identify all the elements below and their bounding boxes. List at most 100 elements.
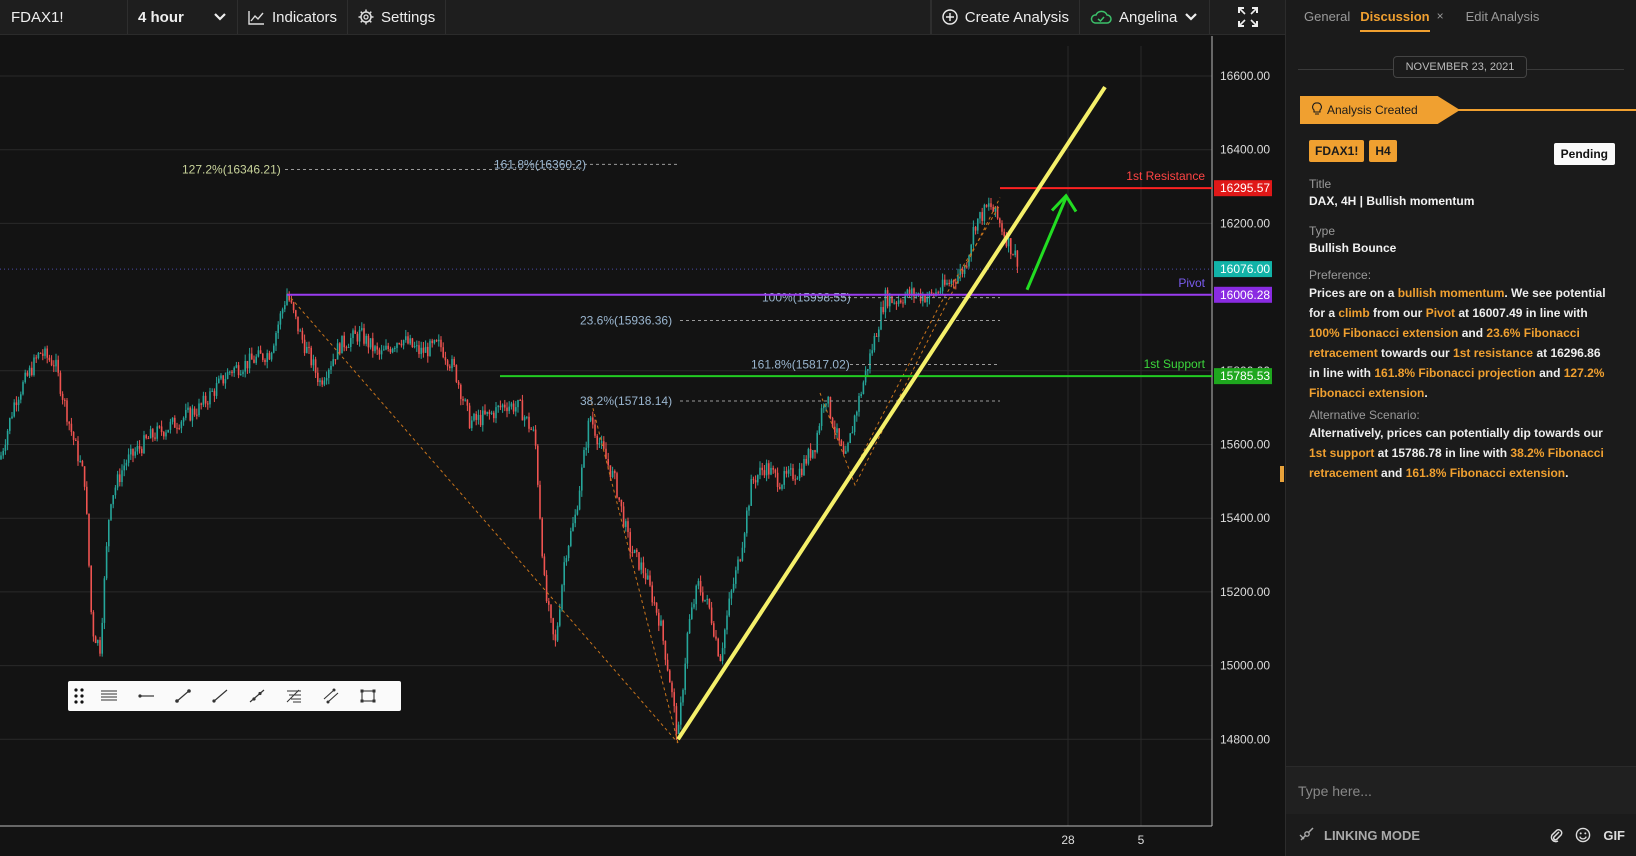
- trend-line-icon[interactable]: [164, 681, 201, 711]
- fib-retracement-icon[interactable]: [275, 681, 312, 711]
- candle-body: [754, 480, 757, 483]
- rectangle-icon[interactable]: [349, 681, 386, 711]
- tab-discussion[interactable]: Discussion ×: [1360, 0, 1453, 32]
- close-tab-icon[interactable]: ×: [1437, 9, 1444, 23]
- horizontal-lines-icon[interactable]: [90, 681, 127, 711]
- candle-body: [622, 506, 625, 527]
- parallel-channel-icon[interactable]: [312, 681, 349, 711]
- create-analysis-button[interactable]: Create Analysis: [930, 0, 1080, 34]
- fullscreen-button[interactable]: [1210, 0, 1285, 34]
- gif-button[interactable]: GIF: [1603, 828, 1625, 843]
- interval-dropdown[interactable]: 4 hour: [128, 0, 238, 34]
- candle-body: [801, 468, 803, 476]
- candle-body: [552, 618, 554, 635]
- candle-body: [878, 329, 880, 337]
- tab-edit-analysis[interactable]: Edit Analysis: [1454, 0, 1550, 32]
- candle-body: [519, 399, 521, 401]
- candle-body: [42, 353, 44, 356]
- price-chart[interactable]: 16600.0016400.0016200.0015800.0015600.00…: [0, 36, 1285, 856]
- candle-body: [361, 328, 363, 330]
- candle-body: [332, 359, 334, 366]
- price-tick-label: 15600.00: [1220, 438, 1270, 452]
- candle-body: [380, 350, 383, 355]
- horizontal-ray-icon[interactable]: [127, 681, 164, 711]
- cloud-check-icon: [1090, 9, 1112, 25]
- highlighted-term: 161.8% Fibonacci projection: [1374, 366, 1536, 380]
- candle-body: [787, 469, 790, 474]
- candle-body: [532, 429, 535, 431]
- candle-body: [627, 521, 629, 533]
- price-tick-label: 16400.00: [1220, 143, 1270, 157]
- symbol-selector[interactable]: FDAX1!: [0, 0, 128, 34]
- line-icon[interactable]: [201, 681, 238, 711]
- candle-body: [350, 337, 352, 348]
- candle-body: [761, 467, 763, 471]
- candle-body: [647, 575, 649, 580]
- candle-body: [506, 407, 508, 412]
- candle-body: [167, 429, 169, 433]
- candle-body: [495, 407, 497, 419]
- candle-body: [977, 218, 979, 231]
- candle-body: [922, 295, 924, 302]
- panel-resize-handle[interactable]: [1280, 466, 1284, 482]
- candle-body: [178, 427, 180, 429]
- candle-body: [336, 343, 339, 360]
- ray-icon[interactable]: [238, 681, 275, 711]
- candle-body: [440, 339, 442, 348]
- candle-body: [411, 338, 414, 348]
- candle-body: [187, 407, 189, 410]
- candle-body: [563, 562, 565, 586]
- candle-body: [686, 633, 689, 664]
- candle-body: [772, 467, 774, 470]
- settings-button[interactable]: Settings: [348, 0, 447, 34]
- candle-body: [20, 394, 22, 400]
- candle-body: [145, 435, 147, 439]
- candle-body: [213, 390, 216, 396]
- paperclip-icon[interactable]: [1549, 827, 1563, 843]
- candle-body: [246, 360, 249, 369]
- candle-body: [237, 365, 240, 376]
- candle-body: [57, 359, 59, 373]
- candle-body: [165, 432, 167, 437]
- candle-body: [130, 448, 132, 455]
- price-tick-label: 16200.00: [1220, 216, 1270, 230]
- symbol-badge: FDAX1!: [1309, 140, 1365, 162]
- drag-handle[interactable]: [68, 681, 90, 711]
- forecast-arrow: [1025, 197, 1068, 291]
- indicators-button[interactable]: Indicators: [238, 0, 349, 34]
- candle-body: [886, 290, 889, 307]
- candle-body: [343, 335, 345, 348]
- candle-body: [457, 381, 460, 385]
- chart-line-icon: [248, 10, 265, 25]
- price-tick-label: 16600.00: [1220, 69, 1270, 83]
- candle-body: [138, 445, 141, 449]
- candle-body: [999, 218, 1001, 224]
- fullscreen-icon: [1237, 7, 1258, 27]
- candle-body: [154, 437, 156, 439]
- highlighted-term: 1st support: [1309, 446, 1375, 460]
- message-input[interactable]: [1286, 767, 1636, 815]
- chart-canvas[interactable]: 16600.0016400.0016200.0015800.0015600.00…: [0, 36, 1285, 856]
- candle-body: [149, 429, 152, 439]
- candle-body: [35, 357, 37, 359]
- indicators-label: Indicators: [272, 8, 338, 26]
- candle-body: [721, 648, 724, 662]
- linking-mode-toggle[interactable]: LINKING MODE: [1298, 825, 1537, 846]
- candle-body: [741, 547, 744, 561]
- tab-general[interactable]: General: [1304, 0, 1360, 32]
- candle-body: [141, 448, 143, 454]
- candle-body: [862, 382, 865, 395]
- candle-body: [759, 467, 761, 476]
- emoji-icon[interactable]: [1575, 827, 1591, 843]
- candle-body: [644, 573, 647, 580]
- candle-body: [240, 374, 242, 376]
- candle-body: [728, 598, 730, 616]
- candle-body: [950, 280, 953, 284]
- candle-body: [424, 346, 427, 353]
- analysis-card: FDAX1! H4 Pending Title DAX, 4H | Bullish…: [1309, 140, 1615, 483]
- candle-body: [468, 405, 471, 429]
- candle-body: [981, 212, 983, 221]
- user-menu[interactable]: Angelina: [1080, 0, 1210, 34]
- candle-body: [321, 380, 323, 385]
- candle-body: [134, 451, 136, 456]
